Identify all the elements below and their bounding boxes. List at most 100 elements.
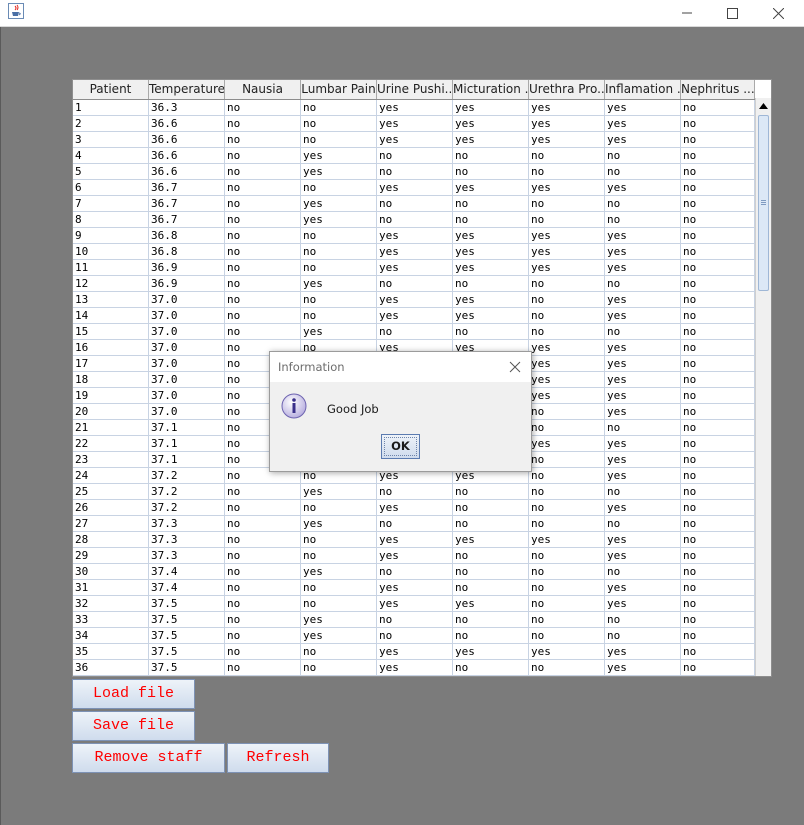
table-cell[interactable]: no — [605, 212, 681, 227]
table-cell[interactable]: no — [225, 260, 301, 275]
table-cell[interactable]: 1 — [73, 100, 149, 115]
table-row[interactable]: 12 36.9 no yes no no no no no — [73, 276, 755, 292]
table-cell[interactable]: no — [681, 548, 755, 563]
table-cell[interactable]: no — [225, 644, 301, 659]
table-cell[interactable]: 36 — [73, 660, 149, 675]
scroll-thumb[interactable] — [758, 115, 769, 291]
table-cell[interactable]: yes — [605, 532, 681, 547]
table-cell[interactable]: 37.2 — [149, 484, 225, 499]
close-button[interactable] — [755, 0, 801, 26]
table-cell[interactable]: no — [681, 500, 755, 515]
table-cell[interactable]: yes — [453, 228, 529, 243]
table-cell[interactable]: 37.0 — [149, 324, 225, 339]
table-cell[interactable]: no — [681, 148, 755, 163]
dialog-close-icon[interactable] — [508, 360, 522, 374]
ok-button[interactable]: OK — [381, 434, 420, 459]
table-cell[interactable]: yes — [377, 308, 453, 323]
table-cell[interactable]: 37.1 — [149, 436, 225, 451]
table-cell[interactable]: 3 — [73, 132, 149, 147]
table-cell[interactable]: yes — [529, 100, 605, 115]
table-cell[interactable]: no — [301, 644, 377, 659]
table-cell[interactable]: no — [453, 548, 529, 563]
table-row[interactable]: 36 37.5 no no yes no no yes no — [73, 660, 755, 676]
table-cell[interactable]: no — [605, 628, 681, 643]
table-cell[interactable]: no — [453, 580, 529, 595]
table-cell[interactable]: yes — [605, 180, 681, 195]
table-cell[interactable]: 36.9 — [149, 276, 225, 291]
table-cell[interactable]: yes — [529, 244, 605, 259]
table-cell[interactable]: yes — [605, 596, 681, 611]
table-cell[interactable]: 7 — [73, 196, 149, 211]
table-cell[interactable]: no — [529, 660, 605, 675]
table-cell[interactable]: no — [529, 580, 605, 595]
table-cell[interactable]: no — [529, 404, 605, 419]
table-cell[interactable]: no — [225, 132, 301, 147]
table-cell[interactable]: no — [453, 212, 529, 227]
table-cell[interactable]: no — [681, 292, 755, 307]
table-cell[interactable]: 19 — [73, 388, 149, 403]
table-cell[interactable]: no — [605, 324, 681, 339]
table-cell[interactable]: no — [681, 372, 755, 387]
table-cell[interactable]: yes — [605, 548, 681, 563]
table-cell[interactable]: yes — [377, 180, 453, 195]
table-cell[interactable]: 37.1 — [149, 452, 225, 467]
table-cell[interactable]: yes — [605, 340, 681, 355]
table-cell[interactable]: no — [225, 564, 301, 579]
table-cell[interactable]: 37.0 — [149, 372, 225, 387]
table-cell[interactable]: yes — [605, 100, 681, 115]
table-row[interactable]: 7 36.7 no yes no no no no no — [73, 196, 755, 212]
table-row[interactable]: 27 37.3 no yes no no no no no — [73, 516, 755, 532]
table-cell[interactable]: 37.5 — [149, 660, 225, 675]
table-cell[interactable]: no — [453, 164, 529, 179]
table-cell[interactable]: no — [225, 660, 301, 675]
table-cell[interactable]: yes — [301, 164, 377, 179]
table-cell[interactable]: no — [301, 132, 377, 147]
table-cell[interactable]: 37.0 — [149, 404, 225, 419]
table-row[interactable]: 1 36.3 no no yes yes yes yes no — [73, 100, 755, 116]
table-cell[interactable]: no — [301, 116, 377, 131]
table-cell[interactable]: yes — [453, 244, 529, 259]
table-cell[interactable]: no — [681, 100, 755, 115]
table-cell[interactable]: 36.6 — [149, 148, 225, 163]
table-cell[interactable]: 37.0 — [149, 292, 225, 307]
table-cell[interactable]: no — [529, 516, 605, 531]
table-cell[interactable]: no — [529, 420, 605, 435]
table-cell[interactable]: no — [377, 148, 453, 163]
table-cell[interactable]: 23 — [73, 452, 149, 467]
table-cell[interactable]: no — [529, 308, 605, 323]
table-cell[interactable]: 2 — [73, 116, 149, 131]
table-cell[interactable]: 10 — [73, 244, 149, 259]
table-cell[interactable]: no — [529, 276, 605, 291]
table-cell[interactable]: yes — [605, 260, 681, 275]
table-cell[interactable]: 13 — [73, 292, 149, 307]
table-cell[interactable]: 24 — [73, 468, 149, 483]
table-cell[interactable]: 29 — [73, 548, 149, 563]
table-cell[interactable]: no — [225, 532, 301, 547]
column-header[interactable]: Lumbar Pain — [301, 80, 377, 99]
table-cell[interactable]: 35 — [73, 644, 149, 659]
table-cell[interactable]: no — [605, 196, 681, 211]
table-cell[interactable]: no — [605, 164, 681, 179]
table-cell[interactable]: 8 — [73, 212, 149, 227]
table-cell[interactable]: 33 — [73, 612, 149, 627]
table-cell[interactable]: no — [529, 452, 605, 467]
table-cell[interactable]: 5 — [73, 164, 149, 179]
table-cell[interactable]: yes — [377, 548, 453, 563]
table-row[interactable]: 6 36.7 no no yes yes yes yes no — [73, 180, 755, 196]
table-cell[interactable]: no — [301, 548, 377, 563]
table-cell[interactable]: yes — [301, 516, 377, 531]
table-cell[interactable]: 36.7 — [149, 196, 225, 211]
table-cell[interactable]: no — [681, 324, 755, 339]
table-cell[interactable]: no — [225, 324, 301, 339]
table-cell[interactable]: yes — [529, 180, 605, 195]
table-cell[interactable]: yes — [605, 356, 681, 371]
table-cell[interactable]: yes — [605, 452, 681, 467]
table-cell[interactable]: yes — [529, 228, 605, 243]
table-cell[interactable]: no — [225, 244, 301, 259]
table-cell[interactable]: yes — [605, 500, 681, 515]
table-cell[interactable]: yes — [605, 660, 681, 675]
table-cell[interactable]: yes — [301, 564, 377, 579]
table-cell[interactable]: no — [225, 484, 301, 499]
table-cell[interactable]: no — [225, 548, 301, 563]
table-cell[interactable]: 28 — [73, 532, 149, 547]
